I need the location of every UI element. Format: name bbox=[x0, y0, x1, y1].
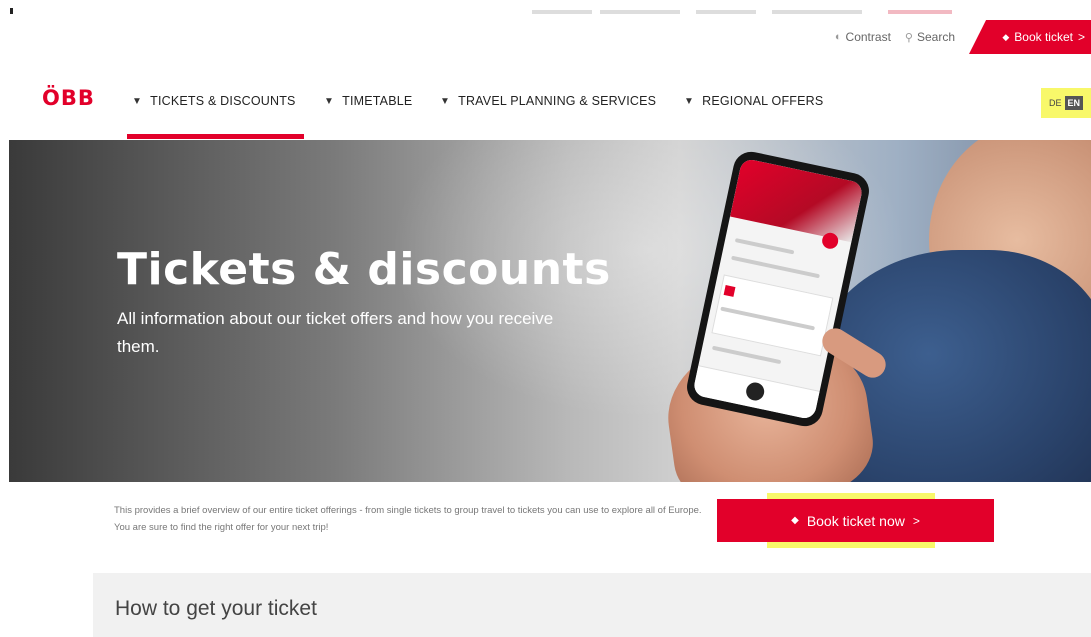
contrast-link[interactable]: ◐ Contrast bbox=[835, 30, 891, 44]
phone-text-line bbox=[731, 255, 820, 279]
book-ticket-label: Book ticket bbox=[1014, 30, 1073, 44]
cta-highlight-bottom bbox=[767, 542, 935, 548]
browser-top-strip bbox=[0, 0, 1091, 14]
language-en[interactable]: EN bbox=[1064, 96, 1084, 110]
phone-nav-center bbox=[744, 380, 766, 403]
nav-item-label: REGIONAL OFFERS bbox=[702, 94, 824, 108]
nav-item-timetable[interactable]: ▼ TIMETABLE bbox=[324, 94, 412, 108]
search-link[interactable]: ⚲ Search bbox=[905, 30, 955, 44]
nav-item-tickets-discounts[interactable]: ▼ TICKETS & DISCOUNTS bbox=[132, 94, 296, 108]
nav-item-label: TRAVEL PLANNING & SERVICES bbox=[458, 94, 657, 108]
cta-container: ◆ Book ticket now > bbox=[717, 493, 994, 548]
faint-link bbox=[600, 10, 680, 14]
nav-item-label: TIMETABLE bbox=[342, 94, 413, 108]
how-to-get-ticket-section: How to get your ticket bbox=[93, 573, 1091, 637]
hero-banner: Tickets & discounts All information abou… bbox=[9, 140, 1091, 482]
nav-item-travel-planning[interactable]: ▼ TRAVEL PLANNING & SERVICES bbox=[440, 94, 656, 108]
language-de[interactable]: DE bbox=[1049, 98, 1062, 108]
language-switcher: DE EN bbox=[1041, 88, 1091, 118]
faint-link bbox=[888, 10, 952, 14]
search-icon: ⚲ bbox=[904, 31, 913, 44]
faint-link bbox=[696, 10, 756, 14]
nav-item-regional-offers[interactable]: ▼ REGIONAL OFFERS bbox=[684, 94, 823, 108]
phone-text-line bbox=[711, 345, 782, 365]
chevron-right-icon: > bbox=[912, 513, 920, 528]
phone-train-image bbox=[730, 157, 864, 243]
cursor-mark bbox=[10, 8, 13, 14]
section-title: How to get your ticket bbox=[115, 597, 317, 620]
hero-title: Tickets & discounts bbox=[117, 244, 611, 295]
hero-subtitle: All information about our ticket offers … bbox=[117, 309, 554, 356]
chevron-down-icon: ▼ bbox=[324, 95, 335, 107]
phone-text-line bbox=[734, 238, 795, 255]
faint-link bbox=[532, 10, 592, 14]
book-ticket-button[interactable]: ◆ Book ticket > bbox=[969, 20, 1091, 54]
contrast-icon: ◐ bbox=[834, 31, 842, 43]
faint-link bbox=[772, 10, 862, 14]
chevron-right-icon: > bbox=[1077, 30, 1085, 44]
ticket-icon: ◆ bbox=[791, 515, 799, 526]
intro-text: This provides a brief overview of our en… bbox=[114, 505, 702, 533]
chevron-down-icon: ▼ bbox=[132, 95, 143, 107]
nav-item-label: TICKETS & DISCOUNTS bbox=[150, 94, 296, 108]
utility-bar: ◐ Contrast ⚲ Search ◆ Book ticket > bbox=[835, 20, 1091, 54]
ticket-icon: ◆ bbox=[1002, 31, 1010, 42]
cta-label: Book ticket now bbox=[806, 512, 905, 529]
main-navigation: ÖBB ▼ TICKETS & DISCOUNTS ▼ TIMETABLE ▼ … bbox=[0, 72, 1091, 140]
search-label: Search bbox=[916, 30, 955, 44]
chevron-down-icon: ▼ bbox=[684, 95, 695, 107]
book-ticket-now-button[interactable]: ◆ Book ticket now > bbox=[717, 499, 994, 542]
chevron-down-icon: ▼ bbox=[440, 95, 451, 107]
obb-logo[interactable]: ÖBB bbox=[42, 86, 95, 110]
active-nav-indicator bbox=[127, 134, 304, 139]
contrast-label: Contrast bbox=[845, 30, 891, 44]
phone-ticket-mark bbox=[723, 285, 736, 297]
